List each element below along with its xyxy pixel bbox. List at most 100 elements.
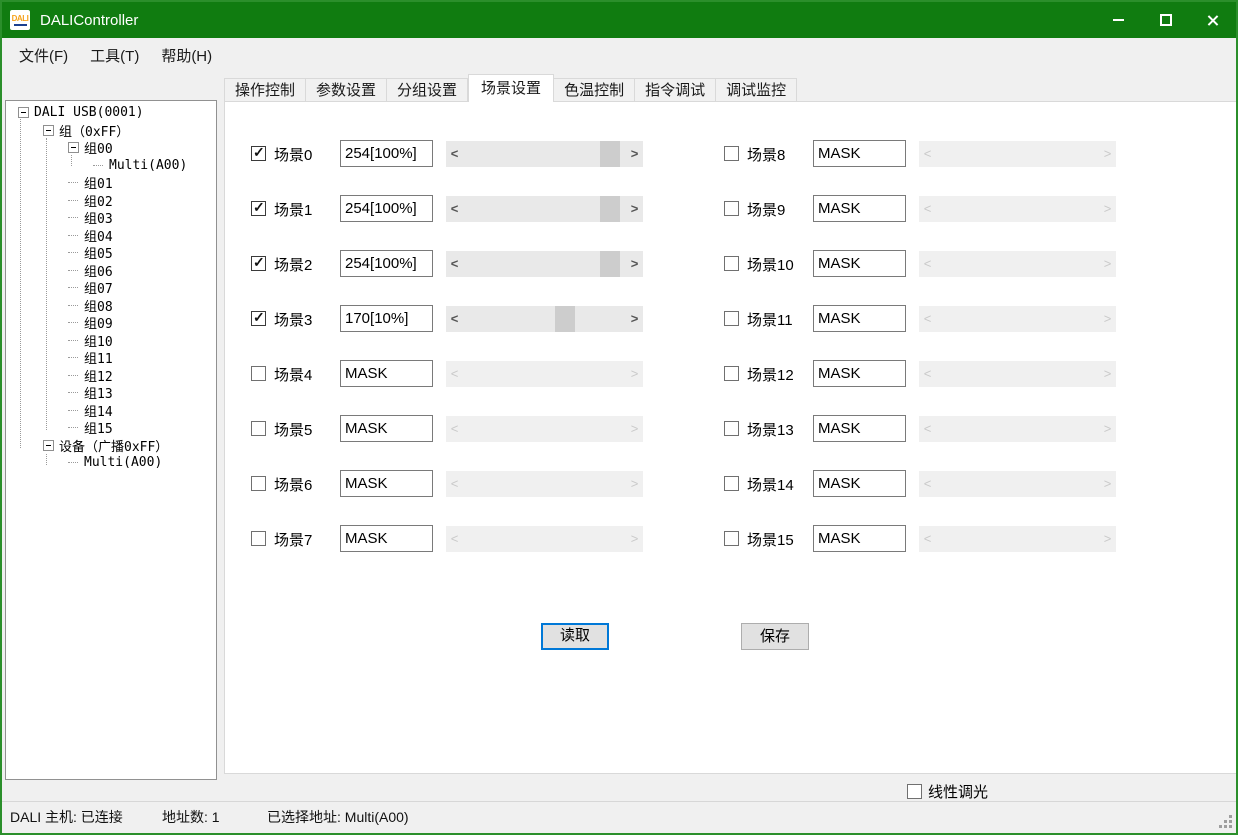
- tab-debug-monitor[interactable]: 调试监控: [716, 78, 797, 102]
- tree-node[interactable]: 组11: [6, 349, 216, 367]
- scene-label: 场景5: [274, 419, 312, 440]
- tree-node[interactable]: 组13: [6, 384, 216, 402]
- tree-node[interactable]: 组07: [6, 279, 216, 297]
- scene-checkbox[interactable]: [724, 421, 739, 436]
- scene-value-input[interactable]: MASK: [813, 470, 906, 497]
- tree-node[interactable]: 组12: [6, 367, 216, 385]
- scene-checkbox[interactable]: [251, 421, 266, 436]
- close-button[interactable]: [1189, 2, 1236, 38]
- scene-checkbox[interactable]: [724, 201, 739, 216]
- scroll-left-arrow-icon[interactable]: <: [446, 251, 463, 277]
- scroll-left-arrow-icon[interactable]: <: [446, 141, 463, 167]
- scene-checkbox[interactable]: [251, 201, 266, 216]
- scroll-left-arrow-icon[interactable]: <: [446, 306, 463, 332]
- tree-node[interactable]: 组06: [6, 262, 216, 280]
- tree-node-label: 组14: [84, 401, 113, 420]
- scrollbar-thumb[interactable]: [600, 196, 620, 222]
- scene-scrollbar[interactable]: <>: [446, 251, 643, 277]
- scene-value-input[interactable]: 254[100%]: [340, 195, 433, 222]
- scene-checkbox[interactable]: [251, 366, 266, 381]
- tree-node[interactable]: 组08: [6, 297, 216, 315]
- tab-color-temp-control[interactable]: 色温控制: [554, 78, 635, 102]
- tree-node[interactable]: 组00: [6, 139, 216, 157]
- scene-value-input[interactable]: 254[100%]: [340, 250, 433, 277]
- tab-parameter-settings[interactable]: 参数设置: [306, 78, 387, 102]
- app-logo-icon: DALI: [10, 10, 30, 30]
- tree-node-label: 组01: [84, 173, 113, 192]
- scene-checkbox[interactable]: [724, 476, 739, 491]
- scene-checkbox[interactable]: [724, 311, 739, 326]
- scene-label: 场景12: [747, 364, 794, 385]
- tree-connector-icon: [68, 375, 78, 376]
- scene-value-input[interactable]: MASK: [813, 195, 906, 222]
- menu-tools[interactable]: 工具(T): [79, 39, 150, 72]
- scroll-right-arrow-icon[interactable]: >: [626, 141, 643, 167]
- scene-value-input[interactable]: MASK: [340, 525, 433, 552]
- maximize-button[interactable]: [1142, 2, 1189, 38]
- scene-scrollbar[interactable]: <>: [446, 196, 643, 222]
- tree-node[interactable]: 组05: [6, 244, 216, 262]
- linear-dimming-option: 线性调光: [907, 781, 988, 802]
- scene-checkbox[interactable]: [251, 256, 266, 271]
- scene-checkbox[interactable]: [251, 531, 266, 546]
- resize-grip[interactable]: [1219, 815, 1233, 829]
- scene-checkbox[interactable]: [251, 311, 266, 326]
- scene-value-input[interactable]: 170[10%]: [340, 305, 433, 332]
- linear-dimming-label: 线性调光: [928, 781, 988, 802]
- read-button[interactable]: 读取: [541, 623, 609, 650]
- scene-value-input[interactable]: MASK: [813, 305, 906, 332]
- scene-checkbox[interactable]: [251, 146, 266, 161]
- tree-node[interactable]: 组09: [6, 314, 216, 332]
- tree-node[interactable]: 组01: [6, 174, 216, 192]
- scrollbar-thumb[interactable]: [555, 306, 575, 332]
- tab-scene-settings[interactable]: 场景设置: [468, 74, 554, 102]
- tree-node[interactable]: DALI USB(0001): [6, 104, 216, 122]
- scene-value-input[interactable]: MASK: [813, 250, 906, 277]
- scene-value-input[interactable]: MASK: [813, 140, 906, 167]
- scene-value-input[interactable]: MASK: [813, 525, 906, 552]
- collapse-expander-icon[interactable]: [68, 142, 79, 153]
- tree-node[interactable]: 组03: [6, 209, 216, 227]
- tree-node[interactable]: 组04: [6, 227, 216, 245]
- collapse-expander-icon[interactable]: [43, 125, 54, 136]
- menu-file[interactable]: 文件(F): [8, 39, 79, 72]
- tree-node[interactable]: 组02: [6, 192, 216, 210]
- minimize-button[interactable]: [1095, 2, 1142, 38]
- scene-value-input[interactable]: MASK: [813, 360, 906, 387]
- scene-value-input[interactable]: 254[100%]: [340, 140, 433, 167]
- collapse-expander-icon[interactable]: [18, 107, 29, 118]
- scroll-right-arrow-icon[interactable]: >: [626, 196, 643, 222]
- tree-node[interactable]: 组10: [6, 332, 216, 350]
- scene-checkbox[interactable]: [724, 256, 739, 271]
- tab-command-debug[interactable]: 指令调试: [635, 78, 716, 102]
- tree-node[interactable]: 组15: [6, 419, 216, 437]
- scene-scrollbar[interactable]: <>: [446, 306, 643, 332]
- scrollbar-thumb[interactable]: [600, 141, 620, 167]
- scene-checkbox[interactable]: [724, 531, 739, 546]
- menu-help[interactable]: 帮助(H): [150, 39, 223, 72]
- tree-node[interactable]: 组（0xFF）: [6, 122, 216, 140]
- scrollbar-thumb[interactable]: [600, 251, 620, 277]
- tree-node[interactable]: 设备（广播0xFF）: [6, 437, 216, 455]
- tree-node[interactable]: 组14: [6, 402, 216, 420]
- scene-value-input[interactable]: MASK: [813, 415, 906, 442]
- linear-dimming-checkbox[interactable]: [907, 784, 922, 799]
- scene-checkbox[interactable]: [724, 146, 739, 161]
- scene-value-input[interactable]: MASK: [340, 415, 433, 442]
- tab-grouping-settings[interactable]: 分组设置: [387, 78, 468, 102]
- tree-connector-icon: [68, 182, 78, 183]
- tree-node[interactable]: Multi(A00): [6, 157, 216, 175]
- scene-checkbox[interactable]: [251, 476, 266, 491]
- tree-node[interactable]: Multi(A00): [6, 454, 216, 472]
- scene-scrollbar: <>: [919, 416, 1116, 442]
- collapse-expander-icon[interactable]: [43, 440, 54, 451]
- scene-checkbox[interactable]: [724, 366, 739, 381]
- tab-operation-control[interactable]: 操作控制: [224, 78, 306, 102]
- scroll-left-arrow-icon[interactable]: <: [446, 196, 463, 222]
- scene-scrollbar[interactable]: <>: [446, 141, 643, 167]
- scroll-right-arrow-icon[interactable]: >: [626, 306, 643, 332]
- scene-value-input[interactable]: MASK: [340, 360, 433, 387]
- scene-value-input[interactable]: MASK: [340, 470, 433, 497]
- scroll-right-arrow-icon[interactable]: >: [626, 251, 643, 277]
- save-button[interactable]: 保存: [741, 623, 809, 650]
